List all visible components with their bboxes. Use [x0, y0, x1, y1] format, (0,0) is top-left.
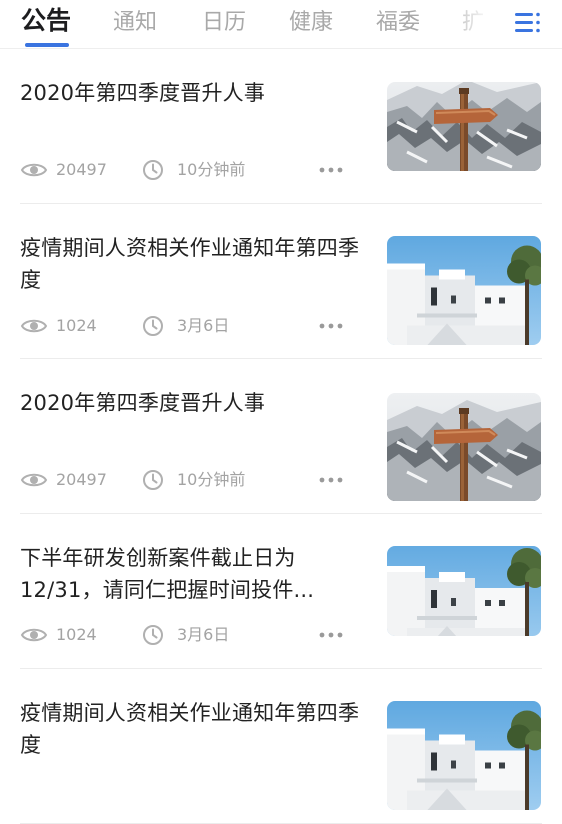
- article-title: 疫情期间人资相关作业通知年第四季度: [20, 701, 360, 757]
- article-title: 2020年第四季度晋升人事: [20, 81, 266, 105]
- publish-time: 10分钟前: [177, 470, 246, 489]
- eye-icon: [20, 319, 48, 333]
- more-options-icon[interactable]: [318, 158, 344, 182]
- view-count: 20497: [56, 470, 107, 489]
- white-building-image: [387, 236, 541, 345]
- article-list: 2020年第四季度晋升人事 20497 10分钟前 疫情期间人资相关作业通知年第…: [0, 49, 562, 824]
- tab-welfare[interactable]: 福委: [376, 8, 420, 38]
- eye-icon: [20, 163, 48, 177]
- menu-button[interactable]: [506, 6, 550, 42]
- active-tab-indicator: [25, 43, 69, 47]
- list-item[interactable]: 疫情期间人资相关作业通知年第四季度: [0, 669, 562, 824]
- list-item[interactable]: 2020年第四季度晋升人事 20497 10分钟前: [0, 359, 562, 514]
- tab-bar: 公告 通知 日历 健康 福委 扩: [0, 0, 562, 49]
- view-count: 1024: [56, 625, 97, 644]
- view-count: 1024: [56, 316, 97, 335]
- article-meta: 20497 10分钟前: [20, 158, 360, 182]
- article-meta: 20497 10分钟前: [20, 468, 360, 492]
- tab-notices[interactable]: 通知: [113, 8, 157, 38]
- article-meta: 1024 3月6日: [20, 314, 360, 338]
- list-item[interactable]: 疫情期间人资相关作业通知年第四季度 1024 3月6日: [0, 204, 562, 359]
- menu-list-icon: [515, 12, 540, 33]
- clock-icon: [143, 470, 163, 490]
- white-building-image: [387, 701, 541, 810]
- more-options-icon[interactable]: [318, 314, 344, 338]
- list-item[interactable]: 2020年第四季度晋升人事 20497 10分钟前: [0, 49, 562, 204]
- publish-time: 3月6日: [177, 316, 230, 335]
- more-options-icon[interactable]: [318, 623, 344, 647]
- signpost-snow-image: [387, 393, 541, 501]
- more-options-icon[interactable]: [318, 468, 344, 492]
- view-count: 20497: [56, 160, 107, 179]
- list-item[interactable]: 下半年研发创新案件截止日为12/31，请同仁把握时间投件... 1024 3月6…: [0, 514, 562, 669]
- eye-icon: [20, 473, 48, 487]
- clock-icon: [143, 160, 163, 180]
- article-title: 下半年研发创新案件截止日为12/31，请同仁把握时间投件...: [20, 546, 315, 602]
- article-title: 2020年第四季度晋升人事: [20, 391, 266, 415]
- article-meta: 1024 3月6日: [20, 623, 360, 647]
- clock-icon: [143, 625, 163, 645]
- tab-announcements[interactable]: 公告: [21, 6, 71, 36]
- article-title: 疫情期间人资相关作业通知年第四季度: [20, 236, 360, 292]
- signpost-snow-image: [387, 82, 541, 171]
- clock-icon: [143, 316, 163, 336]
- white-building-image: [387, 546, 541, 636]
- tab-health[interactable]: 健康: [289, 8, 333, 38]
- eye-icon: [20, 628, 48, 642]
- publish-time: 3月6日: [177, 625, 230, 644]
- tab-overflow-fade: [440, 0, 500, 46]
- tab-calendar[interactable]: 日历: [202, 8, 246, 38]
- publish-time: 10分钟前: [177, 160, 246, 179]
